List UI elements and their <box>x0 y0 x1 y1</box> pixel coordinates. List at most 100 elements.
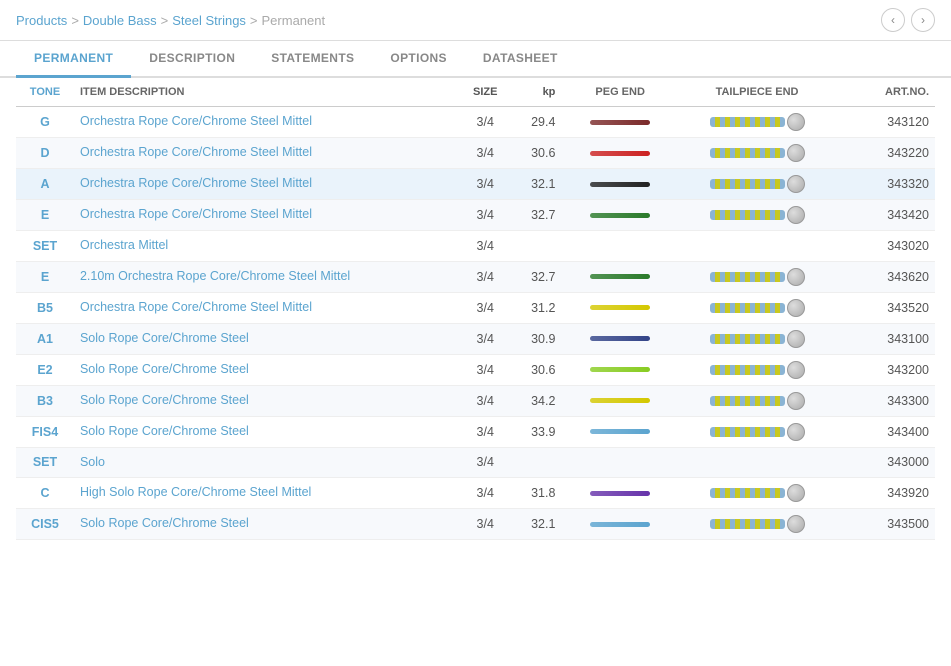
breadcrumb-sep1: > <box>71 13 79 28</box>
cell-desc: Orchestra Rope Core/Chrome Steel Mittel <box>74 292 460 323</box>
cell-kp: 29.4 <box>510 107 565 138</box>
cell-desc: Solo Rope Core/Chrome Steel <box>74 354 460 385</box>
tail-knob-visual <box>787 423 805 441</box>
cell-kp: 30.6 <box>510 354 565 385</box>
table-row: DOrchestra Rope Core/Chrome Steel Mittel… <box>16 138 935 169</box>
breadcrumb-sep3: > <box>250 13 258 28</box>
cell-peg-end <box>565 107 675 138</box>
cell-tone: E <box>16 261 74 292</box>
product-table-container: TONE ITEM DESCRIPTION SIZE kp PEG END TA… <box>0 78 951 540</box>
cell-tone: SET <box>16 231 74 262</box>
cell-tail-end <box>675 354 839 385</box>
col-peg: PEG END <box>565 78 675 107</box>
cell-kp: 34.2 <box>510 385 565 416</box>
cell-peg-end <box>565 385 675 416</box>
peg-string-visual <box>590 274 650 279</box>
cell-kp <box>510 447 565 478</box>
cell-tail-end <box>675 478 839 509</box>
col-kp: kp <box>510 78 565 107</box>
cell-kp <box>510 231 565 262</box>
tail-string-visual <box>710 488 785 498</box>
cell-tail-end <box>675 509 839 540</box>
col-tone: TONE <box>16 78 74 107</box>
nav-arrows: ‹ › <box>881 8 935 32</box>
tail-string-visual <box>710 303 785 313</box>
cell-tail-end <box>675 261 839 292</box>
cell-desc: Orchestra Rope Core/Chrome Steel Mittel <box>74 200 460 231</box>
tail-knob-visual <box>787 113 805 131</box>
cell-artno: 343920 <box>839 478 935 509</box>
cell-desc: 2.10m Orchestra Rope Core/Chrome Steel M… <box>74 261 460 292</box>
cell-kp: 30.9 <box>510 323 565 354</box>
cell-size: 3/4 <box>460 169 510 200</box>
peg-string-visual <box>590 491 650 496</box>
table-row: EOrchestra Rope Core/Chrome Steel Mittel… <box>16 200 935 231</box>
col-desc: ITEM DESCRIPTION <box>74 78 460 107</box>
tab-datasheet[interactable]: DATASHEET <box>465 41 576 78</box>
cell-peg-end <box>565 509 675 540</box>
breadcrumb-doublebass[interactable]: Double Bass <box>83 13 157 28</box>
cell-artno: 343120 <box>839 107 935 138</box>
cell-desc: Orchestra Mittel <box>74 231 460 262</box>
tail-string-visual <box>710 117 785 127</box>
cell-desc: High Solo Rope Core/Chrome Steel Mittel <box>74 478 460 509</box>
table-row: E2.10m Orchestra Rope Core/Chrome Steel … <box>16 261 935 292</box>
cell-tone: G <box>16 107 74 138</box>
tail-knob-visual <box>787 299 805 317</box>
tail-string-visual <box>710 148 785 158</box>
table-row: E2Solo Rope Core/Chrome Steel3/430.63432… <box>16 354 935 385</box>
table-row: CHigh Solo Rope Core/Chrome Steel Mittel… <box>16 478 935 509</box>
cell-size: 3/4 <box>460 385 510 416</box>
peg-string-visual <box>590 151 650 156</box>
cell-size: 3/4 <box>460 416 510 447</box>
cell-size: 3/4 <box>460 478 510 509</box>
cell-peg-end <box>565 416 675 447</box>
tail-string-visual <box>710 427 785 437</box>
cell-peg-end <box>565 261 675 292</box>
table-row: CIS5Solo Rope Core/Chrome Steel3/432.134… <box>16 509 935 540</box>
cell-artno: 343300 <box>839 385 935 416</box>
cell-artno: 343620 <box>839 261 935 292</box>
tail-string-visual <box>710 365 785 375</box>
col-artno: ART.NO. <box>839 78 935 107</box>
cell-kp: 32.1 <box>510 169 565 200</box>
cell-tone: C <box>16 478 74 509</box>
peg-string-visual <box>590 213 650 218</box>
cell-tone: B5 <box>16 292 74 323</box>
nav-next-button[interactable]: › <box>911 8 935 32</box>
cell-artno: 343220 <box>839 138 935 169</box>
cell-desc: Solo Rope Core/Chrome Steel <box>74 385 460 416</box>
table-row: AOrchestra Rope Core/Chrome Steel Mittel… <box>16 169 935 200</box>
peg-string-visual <box>590 429 650 434</box>
nav-prev-button[interactable]: ‹ <box>881 8 905 32</box>
cell-kp: 31.8 <box>510 478 565 509</box>
peg-string-visual <box>590 398 650 403</box>
cell-artno: 343400 <box>839 416 935 447</box>
cell-desc: Solo Rope Core/Chrome Steel <box>74 323 460 354</box>
cell-artno: 343000 <box>839 447 935 478</box>
col-size: SIZE <box>460 78 510 107</box>
tail-string-visual <box>710 179 785 189</box>
cell-artno: 343100 <box>839 323 935 354</box>
cell-desc: Orchestra Rope Core/Chrome Steel Mittel <box>74 138 460 169</box>
cell-tail-end <box>675 138 839 169</box>
table-row: B5Orchestra Rope Core/Chrome Steel Mitte… <box>16 292 935 323</box>
tab-description[interactable]: DESCRIPTION <box>131 41 253 78</box>
cell-artno: 343500 <box>839 509 935 540</box>
cell-size: 3/4 <box>460 138 510 169</box>
tab-statements[interactable]: STATEMENTS <box>253 41 372 78</box>
tab-options[interactable]: OPTIONS <box>372 41 465 78</box>
breadcrumb-products[interactable]: Products <box>16 13 67 28</box>
cell-tail-end <box>675 447 839 478</box>
cell-kp: 32.7 <box>510 261 565 292</box>
tab-permanent[interactable]: PERMANENT <box>16 41 131 78</box>
cell-size: 3/4 <box>460 261 510 292</box>
cell-size: 3/4 <box>460 509 510 540</box>
cell-tail-end <box>675 416 839 447</box>
cell-size: 3/4 <box>460 107 510 138</box>
cell-kp: 30.6 <box>510 138 565 169</box>
cell-tail-end <box>675 292 839 323</box>
tail-knob-visual <box>787 484 805 502</box>
breadcrumb-steelstrings[interactable]: Steel Strings <box>172 13 246 28</box>
tail-knob-visual <box>787 515 805 533</box>
